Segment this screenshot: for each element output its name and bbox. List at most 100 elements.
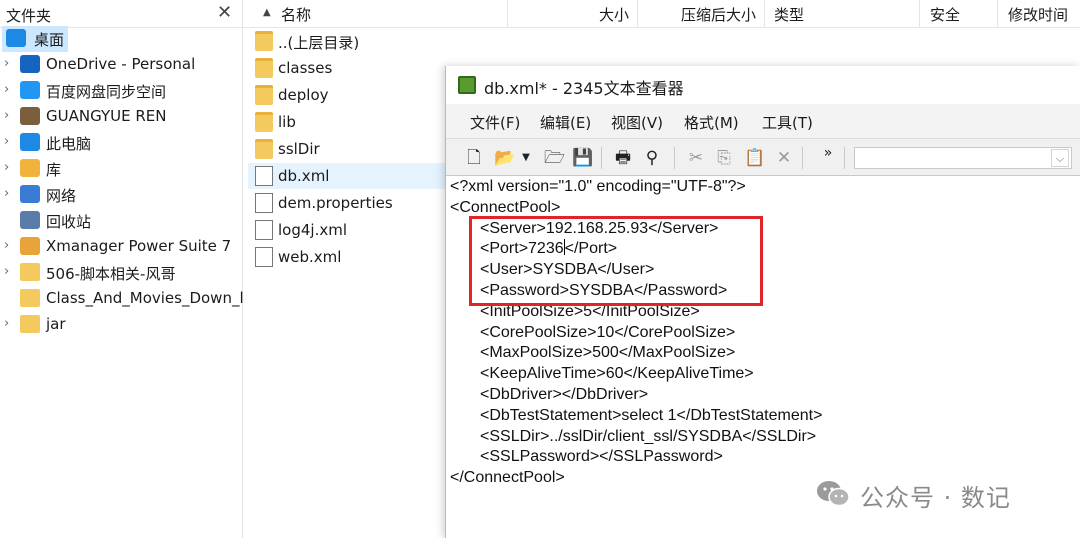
folder-icon [255, 58, 273, 78]
menu-format[interactable]: 格式(M) [684, 112, 739, 133]
tree-item-label: 百度网盘同步空间 [46, 83, 167, 101]
tree-item-label: Class_And_Movies_Down_l [46, 289, 243, 307]
copy-icon[interactable]: ⎘ [714, 148, 734, 168]
column-header-size[interactable]: 大小 [508, 0, 638, 28]
toolbar-separator [601, 147, 602, 169]
tree-item[interactable]: Class_And_Movies_Down_l [0, 286, 243, 312]
tree-item[interactable]: › OneDrive - Personal [0, 52, 243, 78]
library-icon [20, 159, 40, 177]
file-row[interactable]: db.xml [248, 163, 453, 189]
file-row[interactable]: lib [248, 109, 453, 135]
file-name: sslDir [278, 140, 320, 158]
file-name: dem.properties [278, 194, 393, 212]
toolbar-separator [802, 147, 803, 169]
close-icon[interactable]: ✕ [217, 2, 232, 23]
save-icon[interactable]: 💾 [572, 148, 593, 168]
tree-item[interactable]: › 506-脚本相关-风哥 [0, 260, 243, 286]
file-icon [255, 166, 273, 186]
chevron-right-icon[interactable]: › [4, 238, 9, 253]
code-line: </ConnectPool> [450, 469, 565, 487]
tree-item[interactable]: › 网络 [0, 182, 243, 208]
column-header-name[interactable]: ▲ 名称 [243, 0, 508, 28]
search-combobox[interactable]: ⌵ [854, 147, 1072, 169]
folder-icon [255, 85, 273, 105]
column-header-security[interactable]: 安全 [920, 0, 998, 28]
open-folder-icon[interactable]: 📂 [494, 148, 515, 168]
chevron-right-icon[interactable]: › [4, 108, 9, 123]
column-header-compressed-label: 压缩后大小 [681, 6, 757, 24]
window-title: db.xml* - 2345文本查看器 [484, 79, 684, 98]
open-recent-icon[interactable]: 🗁 [544, 148, 565, 168]
recycle-bin-icon [20, 211, 40, 229]
tree-item[interactable]: › Xmanager Power Suite 7 [0, 234, 243, 260]
file-row[interactable]: deploy [248, 82, 453, 108]
tree-item[interactable]: › jar [0, 312, 243, 338]
tree-item[interactable]: › GUANGYUE REN [0, 104, 243, 130]
folder-tree-panel: 文件夹 ✕ 桌面 › OneDrive - Personal › 百度网盘同步空间 › GU… [0, 0, 243, 538]
folder-icon [255, 112, 273, 132]
file-row[interactable]: dem.properties [248, 190, 453, 216]
chevron-right-icon[interactable]: › [4, 134, 9, 149]
chevron-down-icon[interactable]: ▼ [516, 148, 536, 168]
app-icon [458, 76, 476, 94]
column-header-type[interactable]: 类型 [765, 0, 920, 28]
column-header-compressed-size[interactable]: 压缩后大小 [638, 0, 765, 28]
desktop-icon [6, 29, 26, 47]
tree-item[interactable]: › 百度网盘同步空间 [0, 78, 243, 104]
toolbar-overflow-icon[interactable]: » [818, 143, 838, 163]
file-row[interactable]: log4j.xml [248, 217, 453, 243]
file-name: classes [278, 59, 333, 77]
file-row[interactable]: web.xml [248, 244, 453, 270]
toolbar-separator [674, 147, 675, 169]
tree-item[interactable]: 桌面 [2, 26, 68, 52]
tree-item[interactable]: › 此电脑 [0, 130, 243, 156]
print-icon[interactable]: 🖶 [613, 148, 633, 168]
file-name: db.xml [278, 167, 330, 185]
cloud-icon [20, 55, 40, 73]
file-row[interactable]: classes [248, 55, 453, 81]
chevron-down-icon[interactable]: ⌵ [1051, 149, 1069, 167]
title-bar[interactable]: db.xml* - 2345文本查看器 [446, 66, 1080, 104]
watermark-text: 公众号 · 数记 [860, 484, 1011, 512]
xmanager-icon [20, 237, 40, 255]
column-header-modified-label: 修改时间 [1008, 6, 1069, 24]
column-header-size-label: 大小 [598, 6, 629, 24]
toolbar-separator [844, 147, 845, 169]
file-row[interactable]: sslDir [248, 136, 453, 162]
menu-tools[interactable]: 工具(T) [762, 112, 813, 133]
code-line: <DbDriver></DbDriver> [480, 386, 649, 403]
file-name: ..(上层目录) [278, 34, 360, 52]
tree-item[interactable]: › 库 [0, 156, 243, 182]
tree-item-label: 此电脑 [46, 135, 92, 153]
file-icon [255, 247, 273, 267]
folder-icon [20, 263, 40, 281]
tree-item-label: 506-脚本相关-风哥 [46, 265, 176, 283]
chevron-right-icon[interactable]: › [4, 56, 9, 71]
toolbar: 🗋 📂 ▼ 🗁 💾 🖶 ⚲ ✂ ⎘ 📋 ✕ » ⌵ [446, 138, 1080, 176]
new-file-icon[interactable]: 🗋 [464, 148, 484, 168]
user-icon [20, 107, 40, 125]
menu-file[interactable]: 文件(F) [470, 112, 520, 133]
file-row[interactable]: ..(上层目录) [248, 28, 453, 54]
cut-icon[interactable]: ✂ [686, 148, 706, 168]
find-binoculars-icon[interactable]: ⚲ [642, 148, 662, 168]
tree-item-label: jar [46, 315, 66, 333]
menu-view[interactable]: 视图(V) [611, 112, 663, 133]
chevron-right-icon[interactable]: › [4, 316, 9, 331]
chevron-right-icon[interactable]: › [4, 160, 9, 175]
code-line: <?xml version="1.0" encoding="UTF-8"?> [450, 178, 746, 195]
computer-icon [20, 133, 40, 151]
chevron-right-icon[interactable]: › [4, 186, 9, 201]
code-line: <ConnectPool> [450, 198, 561, 216]
menu-edit[interactable]: 编辑(E) [540, 112, 591, 133]
tree-item-label: Xmanager Power Suite 7 [46, 237, 232, 255]
file-name: lib [278, 113, 296, 131]
column-header-modified[interactable]: 修改时间 [998, 0, 1080, 28]
code-line: <MaxPoolSize>500</MaxPoolSize> [480, 344, 736, 362]
chevron-right-icon[interactable]: › [4, 264, 9, 279]
tree-item[interactable]: 回收站 [0, 208, 243, 234]
paste-icon[interactable]: 📋 [744, 148, 765, 168]
tree-item-label: GUANGYUE REN [46, 107, 167, 125]
chevron-right-icon[interactable]: › [4, 82, 9, 97]
delete-icon[interactable]: ✕ [774, 148, 794, 168]
